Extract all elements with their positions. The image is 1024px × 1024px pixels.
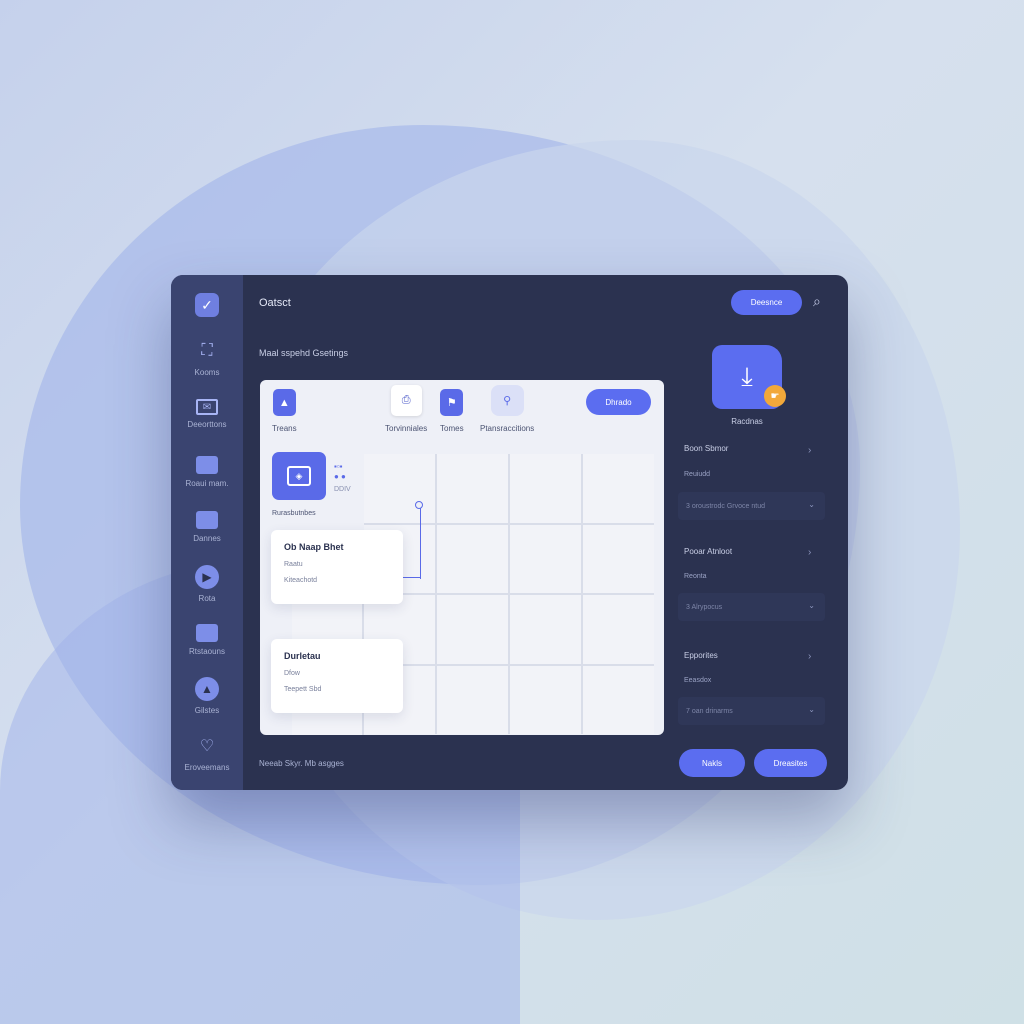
sidebar-item-deeorttons[interactable]: ✉ Deeorttons — [171, 399, 243, 429]
chevron-down-icon: ⌄ — [808, 500, 815, 509]
section-sub: Reonta — [684, 573, 707, 580]
card-line: Dfow — [284, 670, 300, 677]
sidebar-item-label: Deeorttons — [187, 420, 227, 429]
tool-label: Torvinniales — [385, 424, 428, 433]
chevron-right-icon[interactable]: › — [808, 547, 811, 558]
folder-icon — [196, 456, 218, 474]
section-title[interactable]: Pooar Atnloot — [684, 547, 732, 556]
tool-label: Ptansraccitions — [480, 424, 535, 433]
sidebar-item-kooms[interactable]: ⛶ Kooms — [171, 339, 243, 377]
sidebar: ✓ ⛶ Kooms ✉ Deeorttons Roaui mam. Dannes… — [171, 275, 243, 790]
sidebar-item-label: Rota — [198, 594, 216, 603]
flag-icon: ⚑ — [440, 389, 464, 416]
card-line: Raatu — [284, 561, 303, 568]
footer-secondary-button[interactable]: Dreasites — [754, 749, 827, 777]
circle-icon: ▶ — [195, 565, 219, 589]
tool-label: Tomes — [440, 424, 464, 433]
sidebar-item-gilstes[interactable]: ▲ Gilstes — [171, 677, 243, 715]
chevron-down-icon: ⌄ — [808, 601, 815, 610]
section-select[interactable]: 3 Alrypocus ⌄ — [678, 593, 825, 621]
sidebar-item-label: Dannes — [193, 534, 221, 543]
hand-badge-icon: ☛ — [764, 385, 786, 407]
chevron-right-icon[interactable]: › — [808, 651, 811, 662]
connector-line — [417, 504, 421, 579]
tool-ptansraccitions[interactable]: ⚲ Ptansraccitions — [480, 385, 534, 433]
card-line: Teepett Sbd — [284, 686, 322, 693]
connector-handle[interactable] — [415, 501, 423, 509]
image-icon: ◈ — [287, 466, 311, 486]
editor-panel: ▲ Treans ⎙ Torvinniales ⚑ Tomes ⚲ Ptansr… — [260, 380, 664, 735]
section-subtitle: Maal sspehd Gsetings — [259, 348, 349, 358]
footer-status: Neeab Skyr. Mb asgges — [259, 759, 344, 768]
card-title: Durletau — [284, 651, 321, 661]
folder-icon — [196, 624, 218, 642]
section-sub: Eeasdox — [684, 677, 712, 684]
panel-action-button[interactable]: Dhrado — [586, 389, 651, 415]
sidebar-item-rota[interactable]: ▶ Rota — [171, 565, 243, 603]
image-thumbnail[interactable]: ◈ — [272, 452, 326, 500]
search-icon[interactable]: ⌕ — [813, 293, 831, 311]
tool-tomes[interactable]: ⚑ Tomes — [440, 389, 464, 433]
app-logo-check-icon[interactable]: ✓ — [195, 293, 219, 317]
download-tile[interactable]: ⤓ ☛ — [712, 345, 786, 409]
mail-icon: ✉ — [196, 399, 218, 415]
chevron-right-icon[interactable]: › — [808, 445, 811, 456]
person-icon: ⛶ — [201, 342, 213, 359]
sidebar-item-label: Rtstaouns — [188, 647, 226, 656]
section-sub: Reuiudd — [684, 471, 711, 478]
folder-icon — [196, 511, 218, 529]
select-value: 3 Alrypocus — [686, 603, 723, 611]
sidebar-item-label: Eroveemans — [184, 763, 230, 772]
node-card[interactable]: Durletau Dfow Teepett Sbd — [271, 639, 403, 713]
circle-icon: ▲ — [195, 677, 219, 701]
triangle-icon: ▲ — [272, 389, 296, 416]
sidebar-item-label: Kooms — [194, 368, 220, 377]
page-title: Oatsct — [259, 297, 291, 309]
tool-treans[interactable]: ▲ Treans — [272, 389, 297, 433]
card-line: Kiteachotd — [284, 577, 318, 584]
card-title: Ob Naap Bhet — [284, 542, 344, 552]
clipboard-icon: ⎙ — [390, 385, 422, 416]
download-label: Racdnas — [731, 417, 763, 426]
app-window: ✓ ⛶ Kooms ✉ Deeorttons Roaui mam. Dannes… — [171, 275, 848, 790]
chevron-down-icon: ⌄ — [808, 705, 815, 714]
select-value: 3 oroustrodc Grvoce ntud — [686, 502, 765, 510]
sidebar-item-rtstaouns[interactable]: Rtstaouns — [171, 624, 243, 656]
thumbnail-label: Rurasbutnbes — [272, 510, 316, 517]
pin-icon: ⚲ — [490, 385, 524, 416]
node-card[interactable]: Ob Naap Bhet Raatu Kiteachotd — [271, 530, 403, 604]
tool-label: Treans — [272, 424, 297, 433]
section-select[interactable]: 7 oan drinarms ⌄ — [678, 697, 825, 725]
header-button[interactable]: Deesnce — [731, 290, 802, 315]
select-value: 7 oan drinarms — [686, 707, 733, 715]
canvas-grid[interactable] — [364, 454, 654, 734]
section-title[interactable]: Boon Sbmor — [684, 444, 728, 453]
dots-indicator: ▪▫▪ ● ● — [334, 462, 346, 481]
section-title[interactable]: Epporites — [684, 651, 718, 660]
heart-icon: ♡ — [199, 738, 215, 755]
dots-label: DDIV — [334, 486, 351, 493]
sidebar-item-label: Roaui mam. — [185, 479, 229, 488]
tool-torvinniales[interactable]: ⎙ Torvinniales — [385, 385, 427, 433]
sidebar-item-dannes[interactable]: Dannes — [171, 511, 243, 543]
sidebar-item-label: Gilstes — [194, 706, 220, 715]
sidebar-item-roaui[interactable]: Roaui mam. — [171, 456, 243, 488]
section-select[interactable]: 3 oroustrodc Grvoce ntud ⌄ — [678, 492, 825, 520]
footer-primary-button[interactable]: Nakls — [679, 749, 745, 777]
sidebar-item-eroveemans[interactable]: ♡ Eroveemans — [171, 734, 243, 772]
